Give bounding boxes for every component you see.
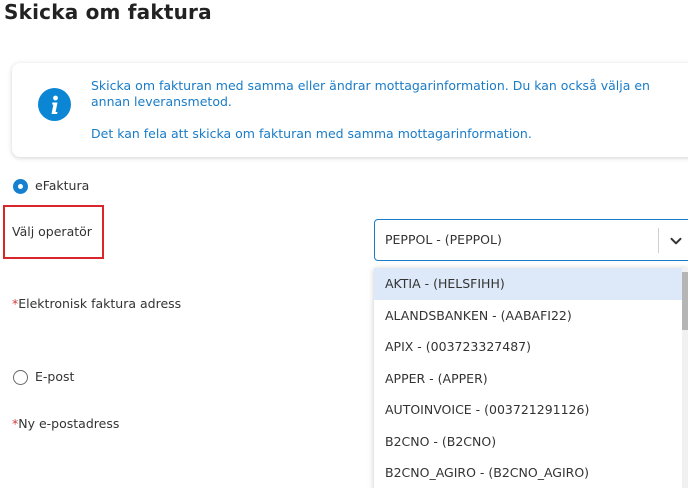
scrollbar-thumb[interactable]	[682, 272, 688, 330]
dropdown-option[interactable]: AUTOINVOICE - (003721291126)	[374, 394, 688, 426]
dropdown-option[interactable]: ALANDSBANKEN - (AABAFI22)	[374, 300, 688, 332]
operator-select-value: PEPPOL - (PEPPOL)	[385, 232, 502, 247]
efaktura-radio[interactable]	[13, 179, 28, 194]
epost-radio[interactable]	[13, 370, 28, 385]
dropdown-option[interactable]: B2CNO_AGIRO - (B2CNO_AGIRO)	[374, 457, 688, 488]
operator-label: Välj operatör	[12, 224, 92, 239]
chevron-down-icon[interactable]	[668, 233, 684, 249]
epost-radio-label[interactable]: E-post	[35, 369, 74, 384]
einvoice-address-label: *Elektronisk faktura adress	[12, 296, 181, 311]
info-icon	[38, 88, 71, 121]
info-banner: Skicka om fakturan med samma eller ändra…	[12, 63, 688, 157]
einvoice-address-label-text: Elektronisk faktura adress	[18, 296, 182, 311]
dropdown-scrollbar[interactable]	[682, 268, 688, 488]
operator-dropdown-list[interactable]: AKTIA - (HELSFIHH) ALANDSBANKEN - (AABAF…	[374, 268, 688, 488]
page-title: Skicka om faktura	[4, 0, 212, 24]
dropdown-option[interactable]: AKTIA - (HELSFIHH)	[374, 268, 688, 300]
info-text-secondary: Det kan fela att skicka om fakturan med …	[91, 126, 532, 141]
dropdown-option[interactable]: APPER - (APPER)	[374, 363, 688, 395]
efaktura-radio-label[interactable]: eFaktura	[35, 178, 89, 193]
info-text-primary: Skicka om fakturan med samma eller ändra…	[91, 78, 650, 109]
new-email-label-text: Ny e-postadress	[18, 416, 120, 431]
select-divider	[658, 228, 659, 253]
dropdown-option[interactable]: B2CNO - (B2CNO)	[374, 426, 688, 458]
operator-select[interactable]: PEPPOL - (PEPPOL)	[374, 219, 688, 261]
dropdown-option[interactable]: APIX - (003723327487)	[374, 331, 688, 363]
new-email-label: *Ny e-postadress	[12, 416, 119, 431]
